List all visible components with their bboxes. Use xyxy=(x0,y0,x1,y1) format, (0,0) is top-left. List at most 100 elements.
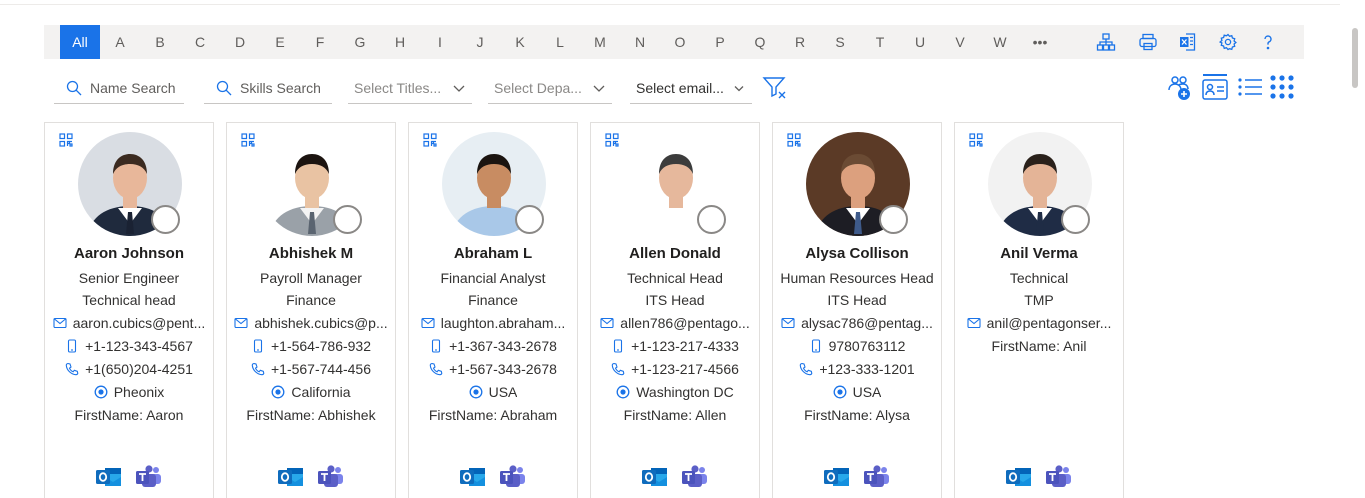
outlook-icon[interactable] xyxy=(1005,463,1033,491)
phone-number[interactable]: +123-333-1201 xyxy=(819,361,914,377)
alpha-filter-letter[interactable]: M xyxy=(588,25,612,59)
mobile-number[interactable]: +1-367-343-2678 xyxy=(449,338,557,354)
phone-number[interactable]: +1-567-744-456 xyxy=(271,361,371,377)
skills-search-input[interactable]: Skills Search xyxy=(204,72,332,104)
select-checkbox[interactable] xyxy=(1061,205,1090,234)
alpha-filter-letter[interactable]: D xyxy=(228,25,252,59)
alpha-filter-letter[interactable]: Q xyxy=(748,25,772,59)
outlook-icon[interactable] xyxy=(277,463,305,491)
settings-icon[interactable] xyxy=(1218,32,1238,52)
excel-export-icon[interactable] xyxy=(1178,32,1198,52)
email-link-row[interactable]: abhishek.cubics@p... xyxy=(231,315,391,331)
teams-icon[interactable] xyxy=(863,463,891,491)
employee-name[interactable]: Abraham L xyxy=(413,245,573,262)
email-link[interactable]: laughton.abraham... xyxy=(441,315,566,331)
alpha-filter-letter[interactable]: G xyxy=(348,25,372,59)
alpha-filter-letter[interactable]: P xyxy=(708,25,732,59)
email-select[interactable]: Select email... xyxy=(630,72,752,104)
alpha-filter-letter[interactable]: I xyxy=(428,25,452,59)
phone-number[interactable]: +1-123-217-4566 xyxy=(631,361,739,377)
employee-name[interactable]: Abhishek M xyxy=(231,245,391,262)
org-chart-icon[interactable] xyxy=(1096,32,1116,52)
email-link[interactable]: anil@pentagonser... xyxy=(987,315,1112,331)
alpha-filter-letter[interactable]: B xyxy=(148,25,172,59)
mobile-number[interactable]: +1-123-217-4333 xyxy=(631,338,739,354)
phone-number[interactable]: +1-567-343-2678 xyxy=(449,361,557,377)
alpha-filter-letter[interactable]: K xyxy=(508,25,532,59)
email-link[interactable]: aaron.cubics@pent... xyxy=(73,315,206,331)
card-view-icon[interactable] xyxy=(1201,72,1229,102)
titles-select[interactable]: Select Titles... xyxy=(348,72,472,104)
employee-name[interactable]: Alysa Collison xyxy=(777,245,937,262)
clear-filter-icon[interactable] xyxy=(762,75,788,101)
alpha-filter-letter[interactable]: T xyxy=(868,25,892,59)
alpha-filter-all[interactable]: All xyxy=(60,25,100,59)
teams-icon[interactable] xyxy=(499,463,527,491)
alpha-filter-letter[interactable]: R xyxy=(788,25,812,59)
alpha-filter-letter[interactable]: F xyxy=(308,25,332,59)
mobile-number[interactable]: +1-123-343-4567 xyxy=(85,338,193,354)
mobile-number-row[interactable]: +1-367-343-2678 xyxy=(413,338,573,354)
alpha-filter-letter[interactable]: S xyxy=(828,25,852,59)
employee-card[interactable]: Aaron Johnson Senior Engineer Technical he… xyxy=(44,122,214,498)
employee-name[interactable]: Allen Donald xyxy=(595,245,755,262)
mobile-number-row[interactable]: +1-123-343-4567 xyxy=(49,338,209,354)
phone-number-row[interactable]: +1-567-744-456 xyxy=(231,361,391,377)
teams-icon[interactable] xyxy=(135,463,163,491)
qr-code-icon[interactable] xyxy=(787,133,801,147)
alpha-filter-letter[interactable]: O xyxy=(668,25,692,59)
alpha-filter-letter[interactable]: C xyxy=(188,25,212,59)
select-checkbox[interactable] xyxy=(697,205,726,234)
departments-select[interactable]: Select Depa... xyxy=(488,72,612,104)
select-checkbox[interactable] xyxy=(151,205,180,234)
employee-name[interactable]: Anil Verma xyxy=(959,245,1119,262)
qr-code-icon[interactable] xyxy=(241,133,255,147)
employee-card[interactable]: Allen Donald Technical Head ITS Head allen7… xyxy=(590,122,760,498)
phone-number-row[interactable]: +123-333-1201 xyxy=(777,361,937,377)
qr-code-icon[interactable] xyxy=(59,133,73,147)
email-link-row[interactable]: anil@pentagonser... xyxy=(959,315,1119,331)
alpha-filter-letter[interactable]: U xyxy=(908,25,932,59)
outlook-icon[interactable] xyxy=(95,463,123,491)
alpha-filter-letter[interactable]: N xyxy=(628,25,652,59)
email-link[interactable]: abhishek.cubics@p... xyxy=(254,315,387,331)
outlook-icon[interactable] xyxy=(823,463,851,491)
employee-card[interactable]: Abhishek M Payroll Manager Finance abhishek… xyxy=(226,122,396,498)
mobile-number[interactable]: 9780763112 xyxy=(829,338,906,354)
select-checkbox[interactable] xyxy=(879,205,908,234)
qr-code-icon[interactable] xyxy=(423,133,437,147)
email-link-row[interactable]: alysac786@pentag... xyxy=(777,315,937,331)
employee-card[interactable]: Alysa Collison Human Resources Head ITS He… xyxy=(772,122,942,498)
alpha-filter-letter[interactable]: J xyxy=(468,25,492,59)
outlook-icon[interactable] xyxy=(459,463,487,491)
qr-code-icon[interactable] xyxy=(969,133,983,147)
alpha-filter-letter[interactable]: V xyxy=(948,25,972,59)
mobile-number-row[interactable]: +1-564-786-932 xyxy=(231,338,391,354)
select-checkbox[interactable] xyxy=(515,205,544,234)
email-link-row[interactable]: aaron.cubics@pent... xyxy=(49,315,209,331)
email-link[interactable]: allen786@pentago... xyxy=(620,315,749,331)
alpha-filter-letter[interactable]: A xyxy=(108,25,132,59)
phone-number-row[interactable]: +1-567-343-2678 xyxy=(413,361,573,377)
mobile-number-row[interactable]: +1-123-217-4333 xyxy=(595,338,755,354)
outlook-icon[interactable] xyxy=(641,463,669,491)
grid-view-icon[interactable] xyxy=(1269,72,1297,102)
alpha-filter-letter[interactable]: H xyxy=(388,25,412,59)
email-link[interactable]: alysac786@pentag... xyxy=(801,315,933,331)
alpha-filter-letter[interactable]: E xyxy=(268,25,292,59)
mobile-number[interactable]: +1-564-786-932 xyxy=(271,338,371,354)
list-view-icon[interactable] xyxy=(1236,72,1264,102)
phone-number-row[interactable]: +1(650)204-4251 xyxy=(49,361,209,377)
help-icon[interactable] xyxy=(1258,32,1278,52)
phone-number[interactable]: +1(650)204-4251 xyxy=(85,361,193,377)
select-checkbox[interactable] xyxy=(333,205,362,234)
print-icon[interactable] xyxy=(1138,32,1158,52)
teams-icon[interactable] xyxy=(1045,463,1073,491)
email-link-row[interactable]: laughton.abraham... xyxy=(413,315,573,331)
qr-code-icon[interactable] xyxy=(605,133,619,147)
employee-card[interactable]: Anil Verma Technical TMP anil@pentagonser..… xyxy=(954,122,1124,498)
teams-icon[interactable] xyxy=(681,463,709,491)
alpha-filter-more[interactable]: ••• xyxy=(1028,25,1052,59)
employee-card[interactable]: Abraham L Financial Analyst Finance laughto… xyxy=(408,122,578,498)
alpha-filter-letter[interactable]: L xyxy=(548,25,572,59)
